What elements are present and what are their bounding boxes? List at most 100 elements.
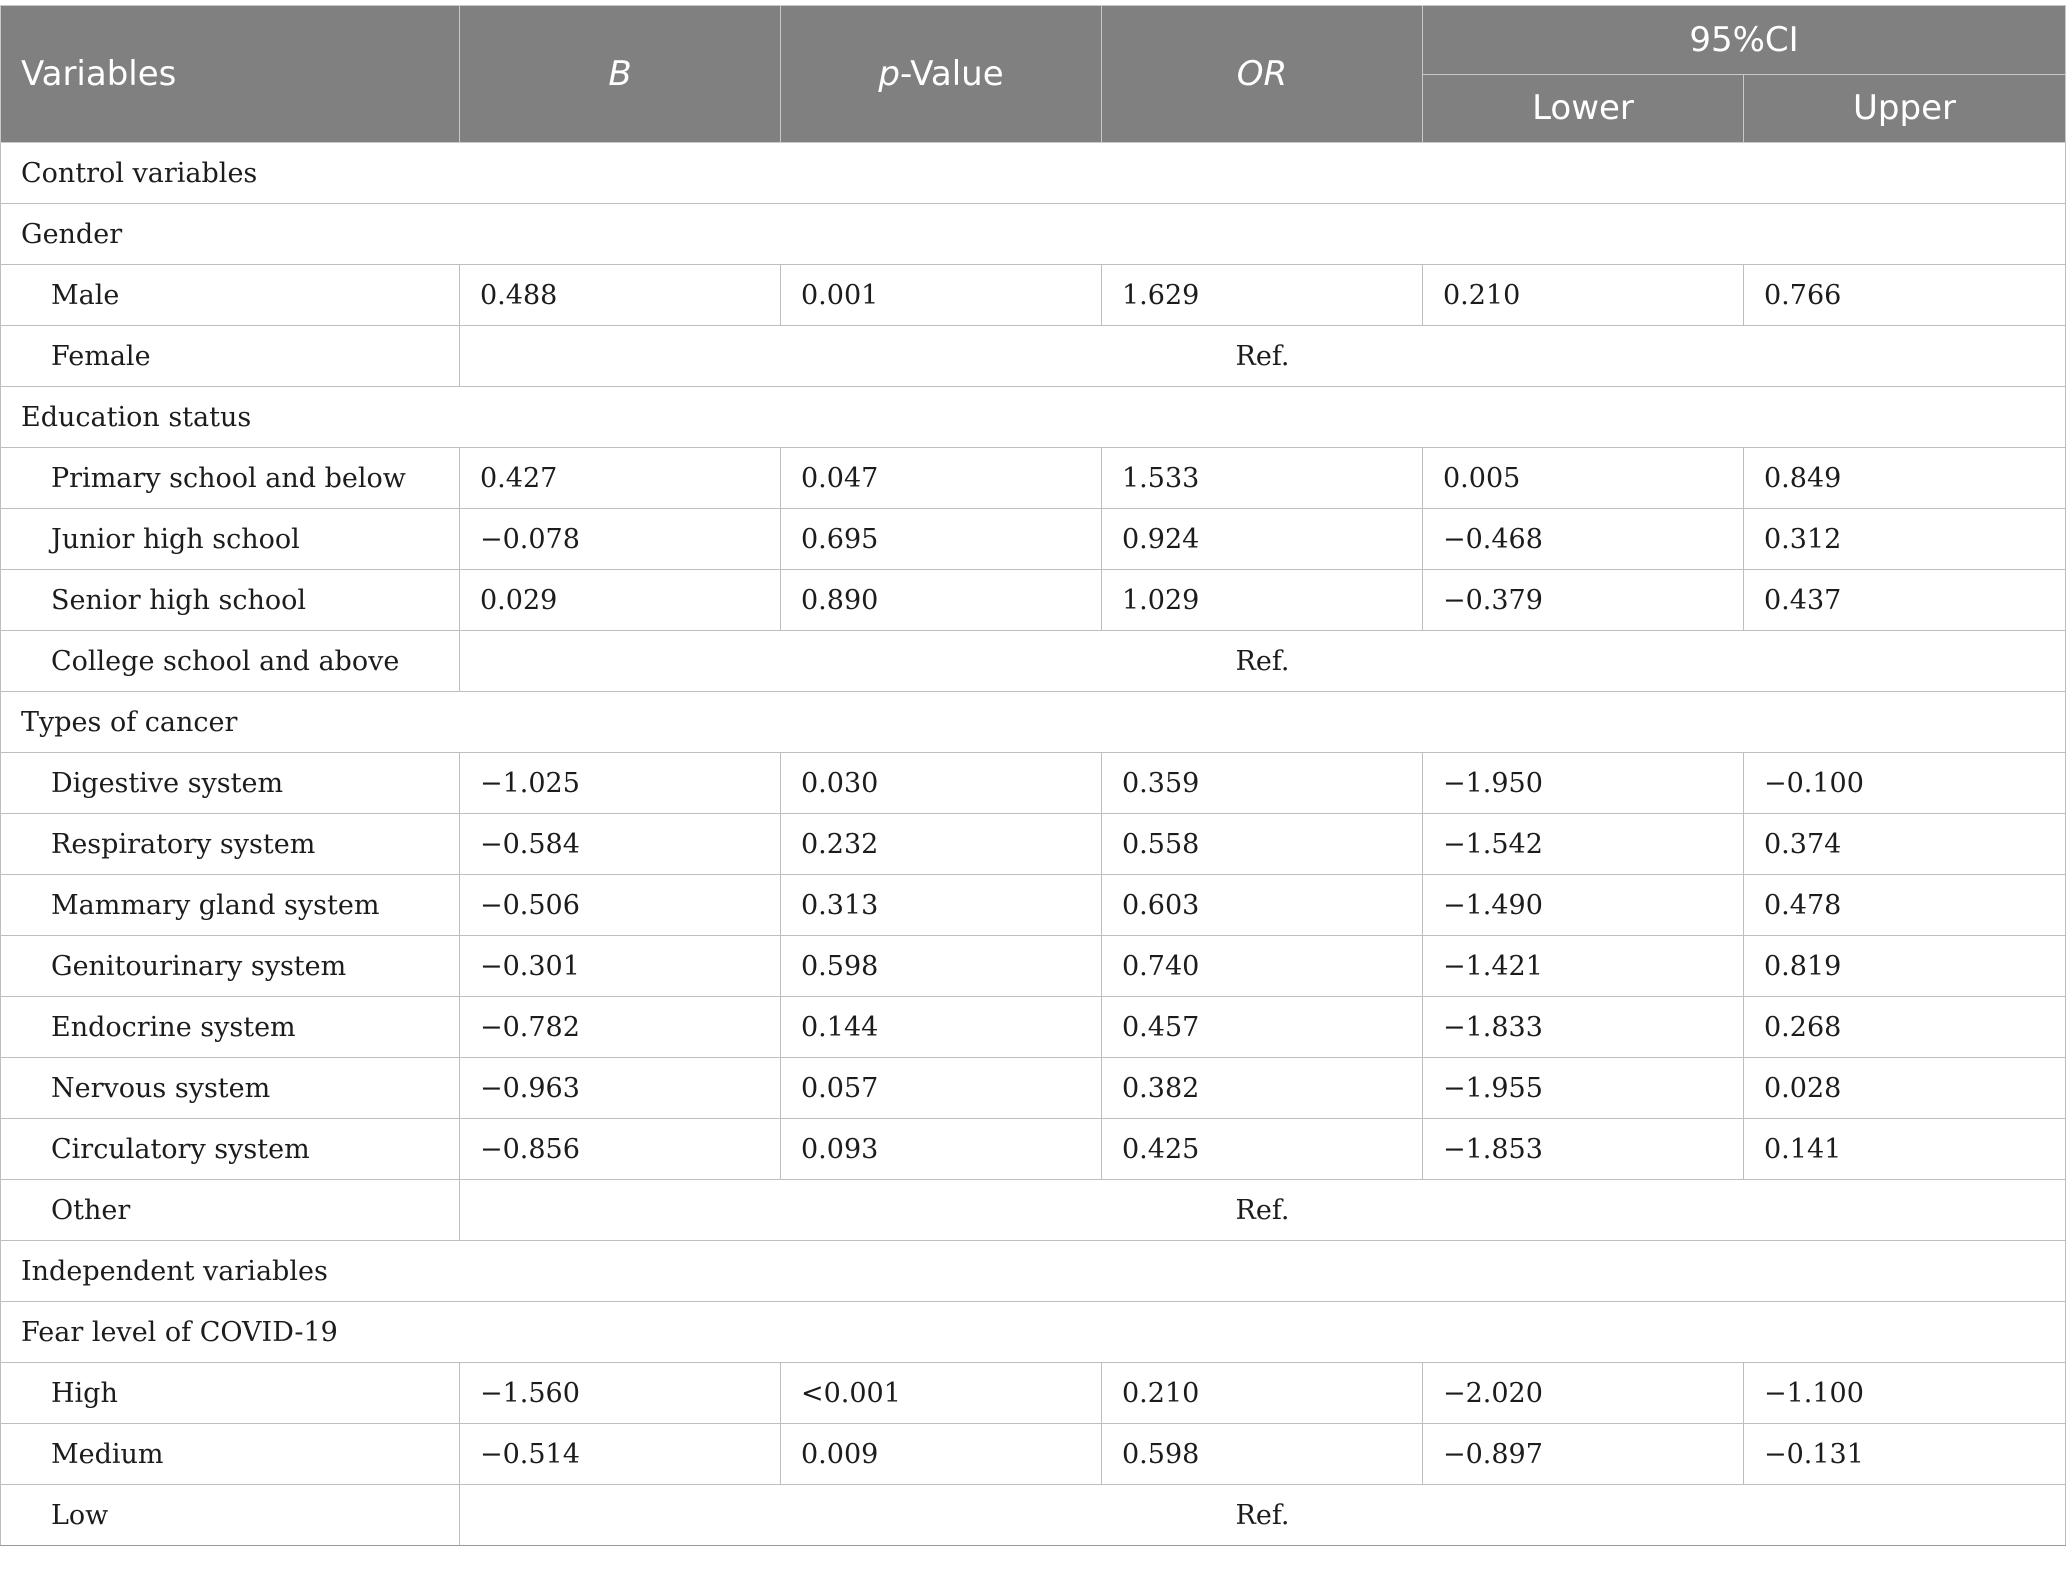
cell-or: 1.629: [1101, 264, 1423, 326]
header-b: B: [459, 5, 781, 143]
cell-or: 1.533: [1101, 447, 1423, 509]
cell-ci-upper: 0.849: [1743, 447, 2066, 509]
reference-cell: Ref.: [459, 325, 2066, 387]
cell-b: −0.856: [459, 1118, 781, 1180]
table-header: Variables B p-Value OR 95%CI Lower Upper: [0, 5, 2066, 143]
reference-cell: Ref.: [459, 1179, 2066, 1241]
header-or-label: OR: [1236, 54, 1288, 94]
row-label: Circulatory system: [0, 1118, 460, 1180]
cell-or: 1.029: [1101, 569, 1423, 631]
cell-ci-upper: 0.819: [1743, 935, 2066, 997]
row-label: Junior high school: [0, 508, 460, 570]
cell-ci-upper: 0.028: [1743, 1057, 2066, 1119]
table-row: Senior high school 0.029 0.890 1.029 −0.379 0…: [0, 569, 2066, 631]
cell-or: 0.740: [1101, 935, 1423, 997]
table-row: Junior high school −0.078 0.695 0.924 −0.468…: [0, 508, 2066, 570]
cell-b: 0.488: [459, 264, 781, 326]
cell-or: 0.359: [1101, 752, 1423, 814]
reference-row: Low Ref.: [0, 1484, 2066, 1546]
cell-ci-lower: −1.542: [1422, 813, 1744, 875]
cell-ci-upper: 0.268: [1743, 996, 2066, 1058]
header-lower: Lower: [1422, 73, 1744, 143]
cell-ci-lower: −1.490: [1422, 874, 1744, 936]
section-row: Control variables: [0, 142, 2066, 204]
cell-ci-upper: 0.437: [1743, 569, 2066, 631]
cell-ci-lower: −0.379: [1422, 569, 1744, 631]
table-row: Endocrine system −0.782 0.144 0.457 −1.833 0.…: [0, 996, 2066, 1058]
row-label: Respiratory system: [0, 813, 460, 875]
cell-or: 0.382: [1101, 1057, 1423, 1119]
cell-b: 0.029: [459, 569, 781, 631]
cell-or: 0.924: [1101, 508, 1423, 570]
cell-ci-lower: −2.020: [1422, 1362, 1744, 1424]
cell-b: −0.078: [459, 508, 781, 570]
row-label: Nervous system: [0, 1057, 460, 1119]
section-row: Fear level of COVID-19: [0, 1301, 2066, 1363]
cell-or: 0.603: [1101, 874, 1423, 936]
table-row: Male 0.488 0.001 1.629 0.210 0.766: [0, 264, 2066, 326]
section-row: Education status: [0, 386, 2066, 448]
row-label: Digestive system: [0, 752, 460, 814]
cell-b: −0.963: [459, 1057, 781, 1119]
row-label: Low: [0, 1484, 460, 1546]
cell-ci-upper: −0.131: [1743, 1423, 2066, 1485]
reference-cell: Ref.: [459, 630, 2066, 692]
table-row: High −1.560 <0.001 0.210 −2.020 −1.100: [0, 1362, 2066, 1424]
cell-ci-lower: −0.897: [1422, 1423, 1744, 1485]
reference-row: Female Ref.: [0, 325, 2066, 387]
row-label: Mammary gland system: [0, 874, 460, 936]
header-p-italic: p: [878, 54, 900, 94]
cell-ci-lower: −1.955: [1422, 1057, 1744, 1119]
table-row: Primary school and below 0.427 0.047 1.533 0…: [0, 447, 2066, 509]
section-row: Gender: [0, 203, 2066, 265]
row-label: High: [0, 1362, 460, 1424]
cell-ci-lower: 0.005: [1422, 447, 1744, 509]
table-row: Respiratory system −0.584 0.232 0.558 −1.542…: [0, 813, 2066, 875]
table-row: Nervous system −0.963 0.057 0.382 −1.955 0.02…: [0, 1057, 2066, 1119]
cell-p-value: 0.009: [780, 1423, 1102, 1485]
table-row: Circulatory system −0.856 0.093 0.425 −1.853…: [0, 1118, 2066, 1180]
cell-or: 0.425: [1101, 1118, 1423, 1180]
row-label: Male: [0, 264, 460, 326]
row-label: Female: [0, 325, 460, 387]
cell-p-value: 0.598: [780, 935, 1102, 997]
section-row: Types of cancer: [0, 691, 2066, 753]
cell-p-value: 0.232: [780, 813, 1102, 875]
cell-ci-upper: −1.100: [1743, 1362, 2066, 1424]
section-label: Control variables: [0, 142, 2066, 204]
cell-p-value: 0.001: [780, 264, 1102, 326]
reference-row: Other Ref.: [0, 1179, 2066, 1241]
row-label: Endocrine system: [0, 996, 460, 1058]
cell-p-value: 0.313: [780, 874, 1102, 936]
section-label: Gender: [0, 203, 2066, 265]
reference-cell: Ref.: [459, 1484, 2066, 1546]
cell-ci-lower: −1.421: [1422, 935, 1744, 997]
cell-b: −0.506: [459, 874, 781, 936]
header-variables: Variables: [0, 5, 460, 143]
cell-p-value: 0.030: [780, 752, 1102, 814]
table-row: Digestive system −1.025 0.030 0.359 −1.950 −0…: [0, 752, 2066, 814]
cell-p-value: 0.047: [780, 447, 1102, 509]
cell-b: −1.025: [459, 752, 781, 814]
cell-p-value: <0.001: [780, 1362, 1102, 1424]
section-row: Independent variables: [0, 1240, 2066, 1302]
cell-b: −1.560: [459, 1362, 781, 1424]
cell-p-value: 0.695: [780, 508, 1102, 570]
table-row: Genitourinary system −0.301 0.598 0.740 −1.4…: [0, 935, 2066, 997]
cell-b: −0.782: [459, 996, 781, 1058]
header-upper: Upper: [1743, 73, 2066, 143]
row-label: College school and above: [0, 630, 460, 692]
cell-ci-lower: −1.950: [1422, 752, 1744, 814]
cell-ci-lower: −1.833: [1422, 996, 1744, 1058]
row-label: Primary school and below: [0, 447, 460, 509]
cell-or: 0.598: [1101, 1423, 1423, 1485]
cell-or: 0.558: [1101, 813, 1423, 875]
header-b-label: B: [608, 54, 632, 94]
header-p-value: p-Value: [780, 5, 1102, 143]
table-body: Control variables Gender Male 0.488 0.001 1.6…: [0, 142, 2066, 1546]
cell-ci-upper: 0.478: [1743, 874, 2066, 936]
table-row: Mammary gland system −0.506 0.313 0.603 −1.4…: [0, 874, 2066, 936]
section-label: Education status: [0, 386, 2066, 448]
cell-b: −0.514: [459, 1423, 781, 1485]
cell-ci-upper: 0.766: [1743, 264, 2066, 326]
